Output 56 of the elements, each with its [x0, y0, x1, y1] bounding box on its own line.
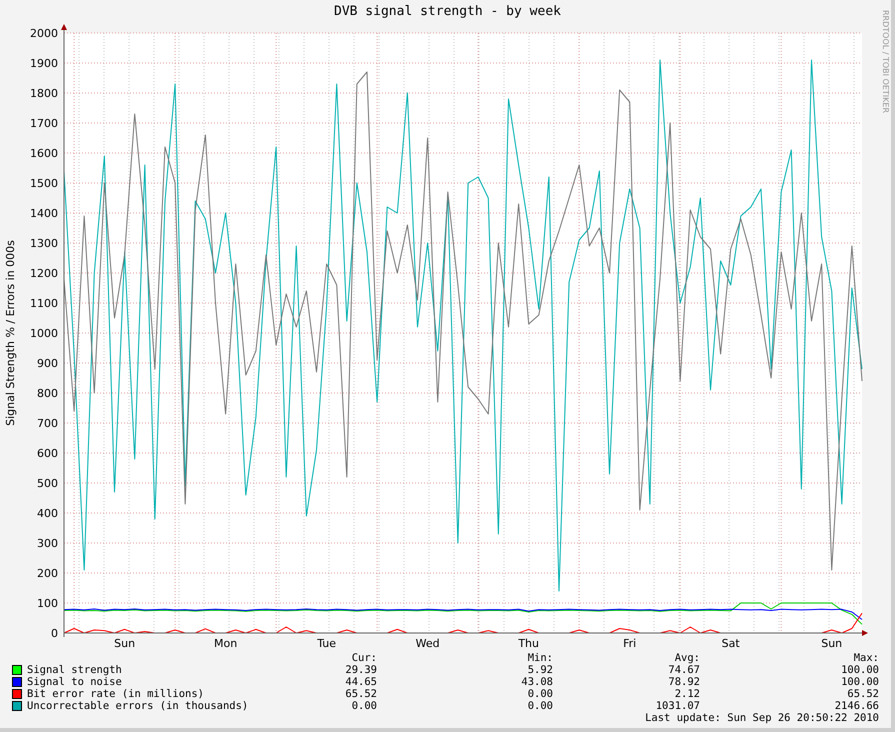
x-tick-label: Sun: [821, 637, 842, 650]
column-header: Max:: [852, 652, 879, 664]
y-tick-label: 500: [37, 477, 58, 490]
column-header: Min:: [526, 652, 553, 664]
x-tick-label: Tue: [317, 637, 336, 650]
x-tick-label: Sat: [722, 637, 740, 650]
y-tick-label: 100: [37, 597, 58, 610]
y-tick-label: 1600: [30, 147, 58, 160]
y-tick-label: 900: [37, 357, 58, 370]
min-value: 0.00: [526, 688, 553, 700]
max-value: 65.52: [846, 688, 879, 700]
y-tick-label: 800: [37, 387, 58, 400]
max-value: 100.00: [840, 664, 879, 676]
column-header: Avg:: [674, 652, 700, 664]
legend-label: Bit error rate (in millions): [27, 688, 204, 700]
y-tick-label: 2000: [30, 27, 58, 40]
x-tick-label: Fri: [623, 637, 636, 650]
avg-value: 1031.07: [654, 700, 700, 712]
credit-text: RRDTOOL / TOBI OETIKER: [881, 10, 890, 114]
legend-label: Uncorrectable errors (in thousands): [27, 700, 248, 712]
min-value: 0.00: [526, 700, 553, 712]
current-value: 65.52: [344, 688, 377, 700]
avg-value: 2.12: [674, 688, 700, 700]
y-tick-label: 1700: [30, 117, 58, 130]
y-tick-label: 0: [51, 627, 58, 640]
y-tick-label: 300: [37, 537, 58, 550]
y-tick-label: 1400: [30, 207, 58, 220]
y-tick-label: 1500: [30, 177, 58, 190]
legend-label: Signal to noise: [27, 676, 122, 688]
max-value: 100.00: [840, 676, 879, 688]
y-tick-label: 1100: [30, 297, 58, 310]
x-tick-label: Thu: [518, 637, 539, 650]
y-tick-label: 200: [37, 567, 58, 580]
y-tick-label: 1800: [30, 87, 58, 100]
y-tick-label: 1900: [30, 57, 58, 70]
avg-value: 78.92: [667, 676, 700, 688]
y-tick-label: 700: [37, 417, 58, 430]
current-value: 29.39: [344, 664, 377, 676]
current-value: 0.00: [350, 700, 377, 712]
max-value: 2146.66: [834, 700, 879, 712]
y-tick-label: 1000: [30, 327, 58, 340]
y-tick-label: 400: [37, 507, 58, 520]
y-axis-title: Signal Strength % / Errors in 000s: [4, 240, 17, 426]
column-header: Cur:: [350, 652, 377, 664]
x-tick-label: Wed: [416, 637, 440, 650]
avg-value: 74.67: [667, 664, 700, 676]
min-value: 5.92: [526, 664, 553, 676]
y-tick-label: 600: [37, 447, 58, 460]
current-value: 44.65: [344, 676, 377, 688]
last-update-text: Last update: Sun Sep 26 20:50:22 2010: [645, 712, 879, 724]
min-value: 43.08: [520, 676, 553, 688]
legend-label: Signal strength: [27, 664, 122, 676]
y-tick-label: 1300: [30, 237, 58, 250]
x-tick-label: Mon: [214, 637, 238, 650]
y-tick-label: 1200: [30, 267, 58, 280]
x-tick-label: Sun: [114, 637, 136, 650]
